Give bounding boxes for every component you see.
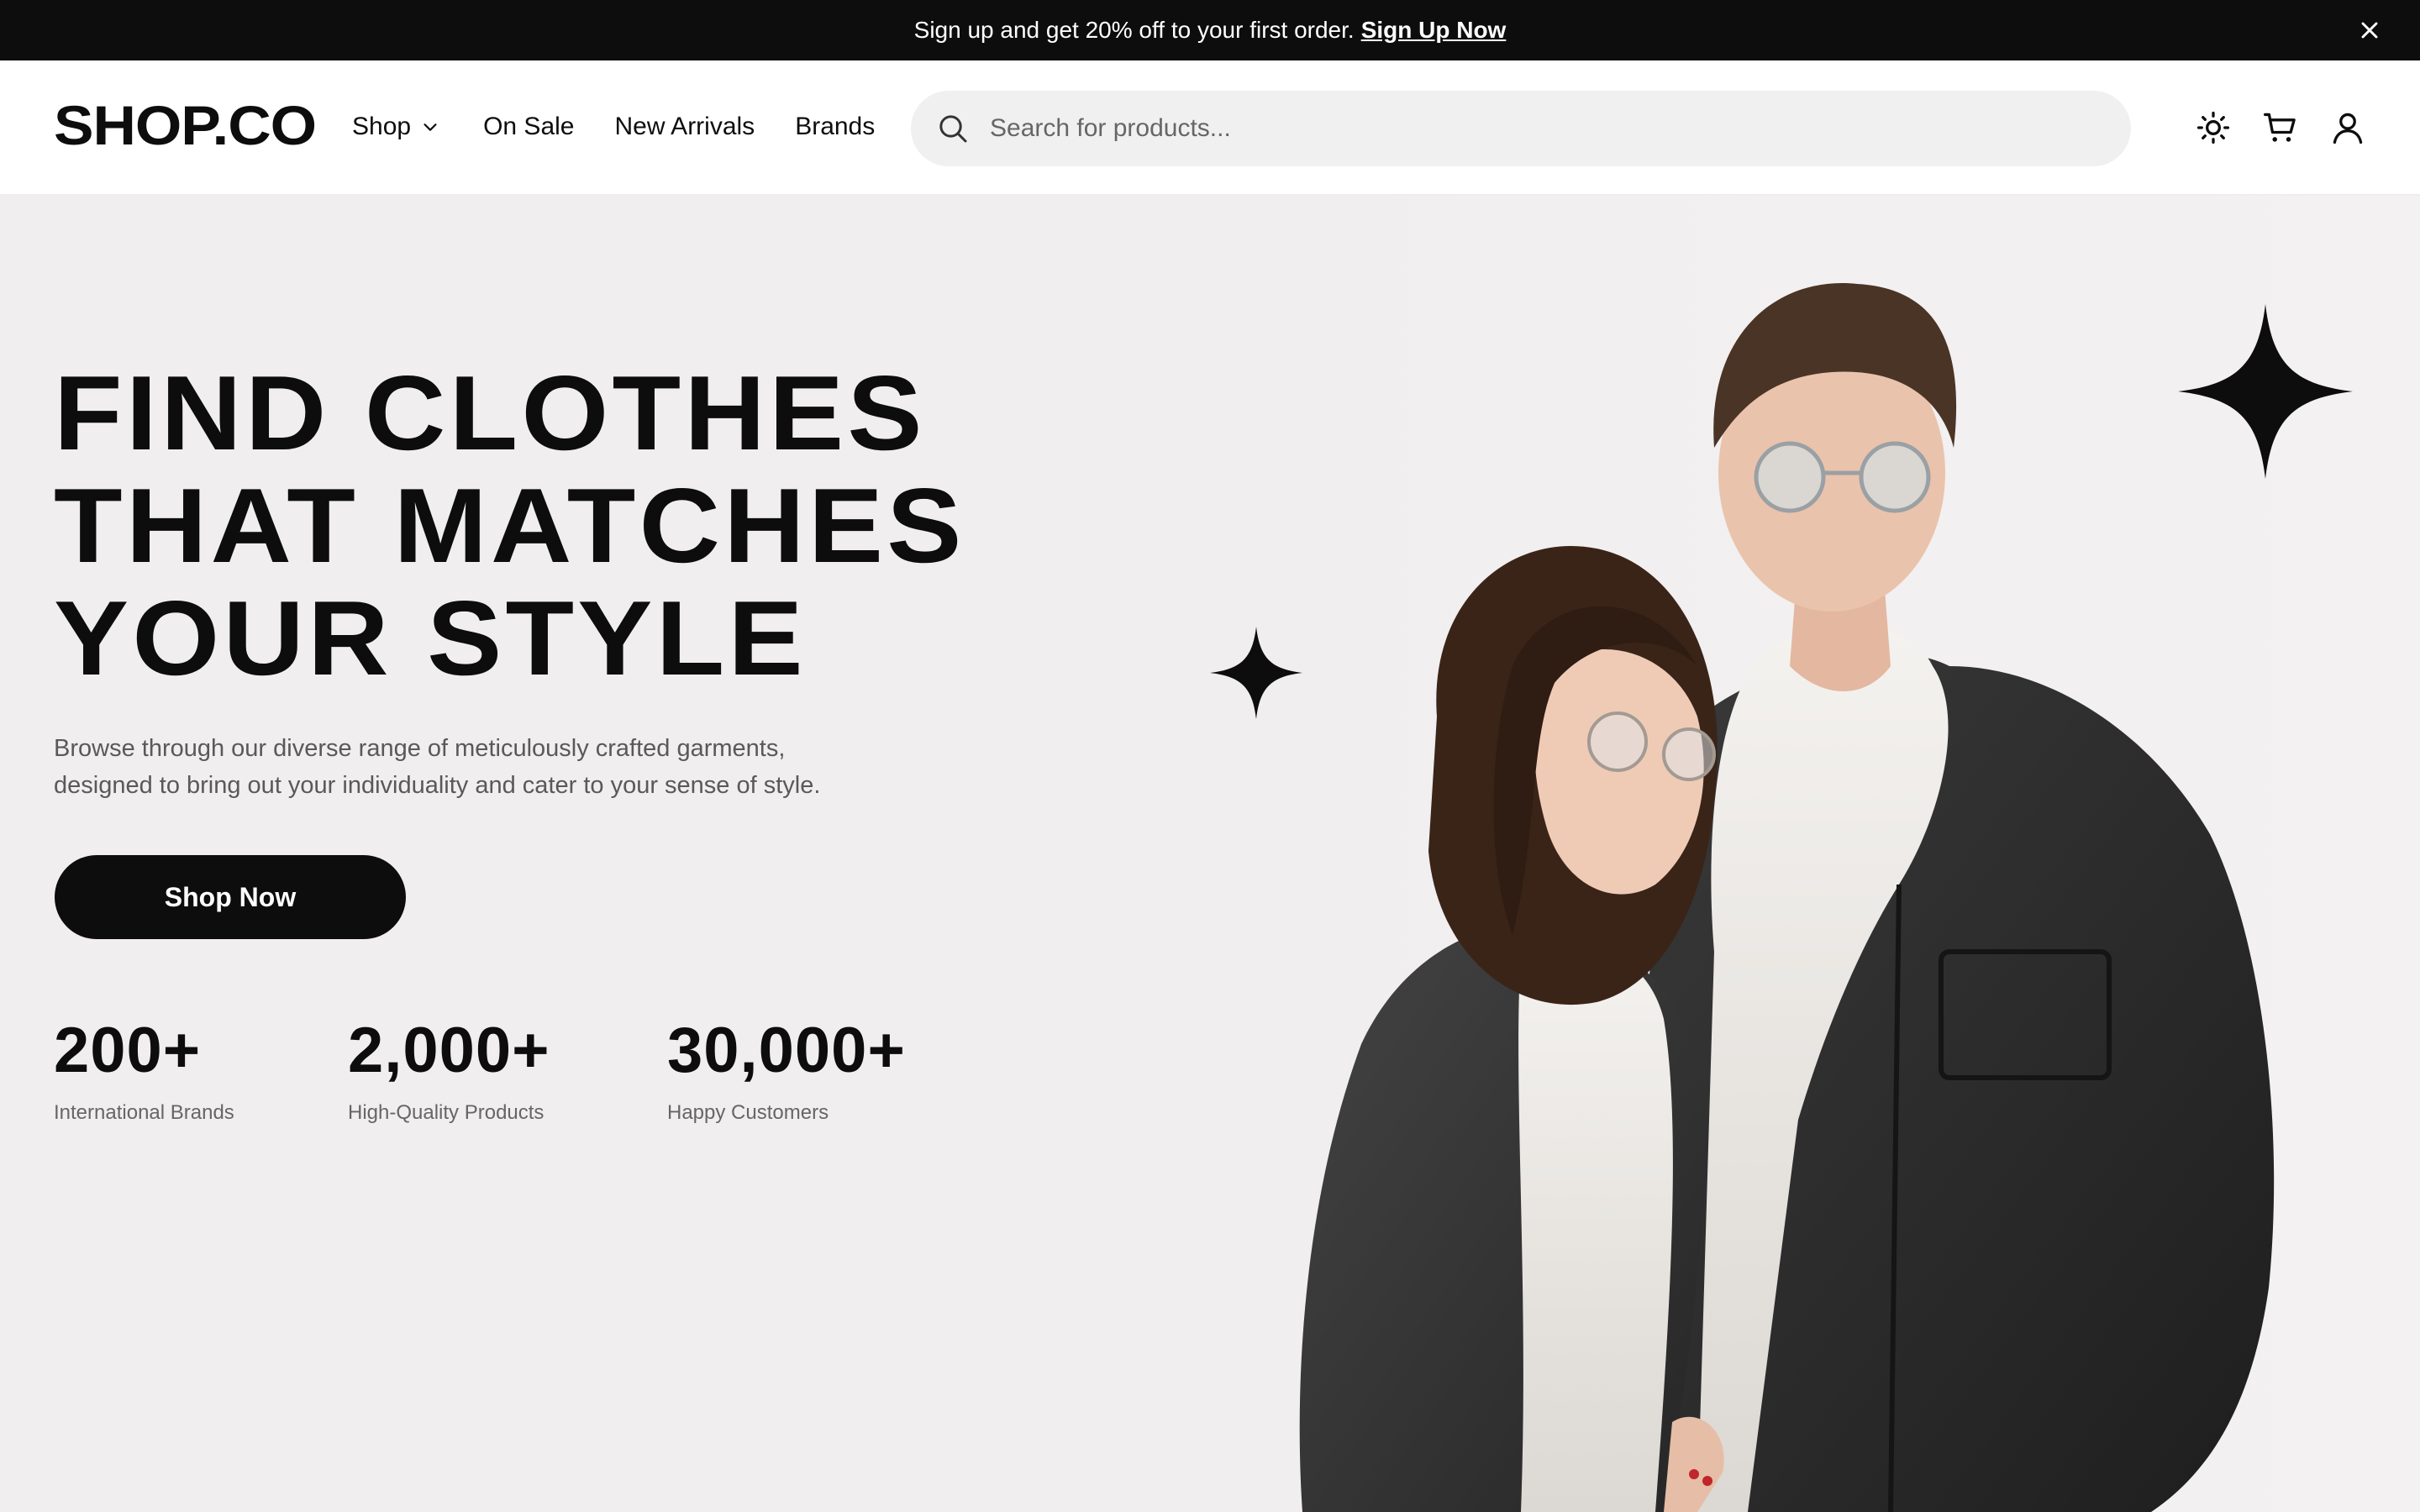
stat-label: High-Quality Products bbox=[348, 1101, 544, 1124]
nav-item-label: On Sale bbox=[483, 113, 575, 140]
close-icon[interactable] bbox=[2356, 17, 2383, 44]
headline-line: FIND CLOTHES bbox=[54, 354, 926, 472]
nav-item-label: New Arrivals bbox=[614, 113, 755, 140]
headline-line: YOUR STYLE bbox=[54, 579, 807, 697]
stat-label: Happy Customers bbox=[667, 1101, 829, 1124]
search-icon bbox=[939, 115, 967, 143]
description-line: designed to bring out your individuality… bbox=[54, 772, 821, 799]
promo-text: Sign up and get 20% off to your first or… bbox=[913, 17, 1355, 43]
stat-label: International Brands bbox=[54, 1101, 234, 1124]
stat-value: 2,000+ bbox=[348, 1015, 550, 1086]
stat-value: 200+ bbox=[54, 1015, 202, 1086]
site-header: SHOP.CO Shop On Sale New Arrivals Brands bbox=[0, 60, 2420, 195]
cart-icon[interactable] bbox=[2262, 109, 2299, 146]
stat-brands: 200+ International Brands bbox=[54, 1019, 348, 1125]
hero-section: FIND CLOTHES THAT MATCHES YOUR STYLE Bro… bbox=[0, 196, 2420, 1512]
sparkle-icon bbox=[1210, 627, 1302, 719]
chevron-down-icon bbox=[424, 123, 437, 131]
nav-item-shop[interactable]: Shop bbox=[352, 113, 439, 141]
sparkle-icon bbox=[2178, 304, 2353, 479]
nav-item-new-arrivals[interactable]: New Arrivals bbox=[614, 113, 755, 141]
stat-products: 2,000+ High-Quality Products bbox=[348, 1019, 667, 1125]
shop-now-button[interactable]: Shop Now bbox=[55, 855, 406, 939]
description-line: Browse through our diverse range of meti… bbox=[54, 735, 786, 762]
headline-line: THAT MATCHES bbox=[54, 466, 965, 585]
promo-bar: Sign up and get 20% off to your first or… bbox=[0, 0, 2420, 60]
nav-item-label: Shop bbox=[352, 113, 412, 140]
sun-icon[interactable] bbox=[2195, 109, 2232, 146]
main-nav: Shop On Sale New Arrivals Brands bbox=[352, 113, 915, 141]
hero-description: Browse through our diverse range of meti… bbox=[54, 730, 944, 804]
nav-item-label: Brands bbox=[795, 113, 876, 140]
sign-up-link[interactable]: Sign Up Now bbox=[1361, 17, 1507, 44]
logo[interactable]: SHOP.CO bbox=[54, 97, 317, 153]
stats-row: 200+ International Brands 2,000+ High-Qu… bbox=[54, 1019, 986, 1125]
search-bar[interactable] bbox=[911, 91, 2131, 166]
search-input[interactable] bbox=[990, 114, 2082, 143]
header-actions bbox=[2165, 109, 2366, 146]
nav-item-brands[interactable]: Brands bbox=[795, 113, 875, 141]
nav-item-on-sale[interactable]: On Sale bbox=[483, 113, 574, 141]
stat-value: 30,000+ bbox=[667, 1015, 906, 1086]
hero-headline: FIND CLOTHES THAT MATCHES YOUR STYLE bbox=[54, 357, 965, 695]
stat-customers: 30,000+ Happy Customers bbox=[667, 1019, 986, 1125]
user-icon[interactable] bbox=[2329, 109, 2366, 146]
